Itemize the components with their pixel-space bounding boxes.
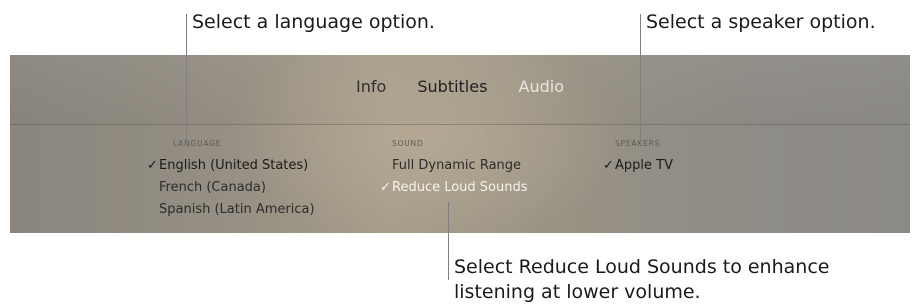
- callout-language: Select a language option.: [192, 11, 435, 33]
- language-option-label: English (United States): [159, 158, 309, 173]
- sound-header: SOUND: [392, 139, 424, 148]
- check-icon: ✓: [603, 158, 614, 173]
- sound-option-label: Reduce Loud Sounds: [392, 180, 528, 195]
- check-icon: ✓: [380, 180, 391, 195]
- callout-speaker-leader: [640, 14, 641, 146]
- tab-subtitles[interactable]: Subtitles: [417, 77, 487, 96]
- callout-speaker: Select a speaker option.: [646, 11, 876, 33]
- language-option-label: French (Canada): [159, 180, 266, 195]
- language-option-label: Spanish (Latin America): [159, 202, 315, 217]
- tab-bar-divider: [10, 124, 910, 125]
- language-column: LANGUAGE ✓English (United States) French…: [147, 139, 315, 221]
- tab-info[interactable]: Info: [356, 77, 386, 96]
- check-icon: ✓: [147, 158, 158, 173]
- callout-reduce-line2: listening at lower volume.: [454, 281, 701, 303]
- language-option-english[interactable]: ✓English (United States): [147, 155, 315, 177]
- speakers-header: SPEAKERS: [615, 139, 661, 148]
- sound-column: SOUND Full Dynamic Range ✓Reduce Loud So…: [380, 139, 528, 199]
- language-option-spanish[interactable]: Spanish (Latin America): [147, 199, 315, 221]
- callout-reduce-leader: [448, 202, 449, 280]
- sound-option-label: Full Dynamic Range: [392, 158, 522, 173]
- language-option-french[interactable]: French (Canada): [147, 177, 315, 199]
- callout-language-leader: [186, 14, 187, 146]
- sound-option-full-dynamic-range[interactable]: Full Dynamic Range: [380, 155, 528, 177]
- language-header: LANGUAGE: [173, 139, 222, 148]
- audio-settings-panel: Info Subtitles Audio LANGUAGE ✓English (…: [10, 55, 910, 233]
- speaker-option-label: Apple TV: [615, 158, 673, 173]
- speaker-option-apple-tv[interactable]: ✓Apple TV: [603, 155, 673, 177]
- tab-bar: Info Subtitles Audio: [10, 77, 910, 96]
- speakers-column: SPEAKERS ✓Apple TV: [603, 139, 673, 177]
- tab-audio[interactable]: Audio: [519, 77, 564, 96]
- callout-reduce-line1: Select Reduce Loud Sounds to enhance: [454, 256, 830, 278]
- sound-option-reduce-loud-sounds[interactable]: ✓Reduce Loud Sounds: [380, 177, 528, 199]
